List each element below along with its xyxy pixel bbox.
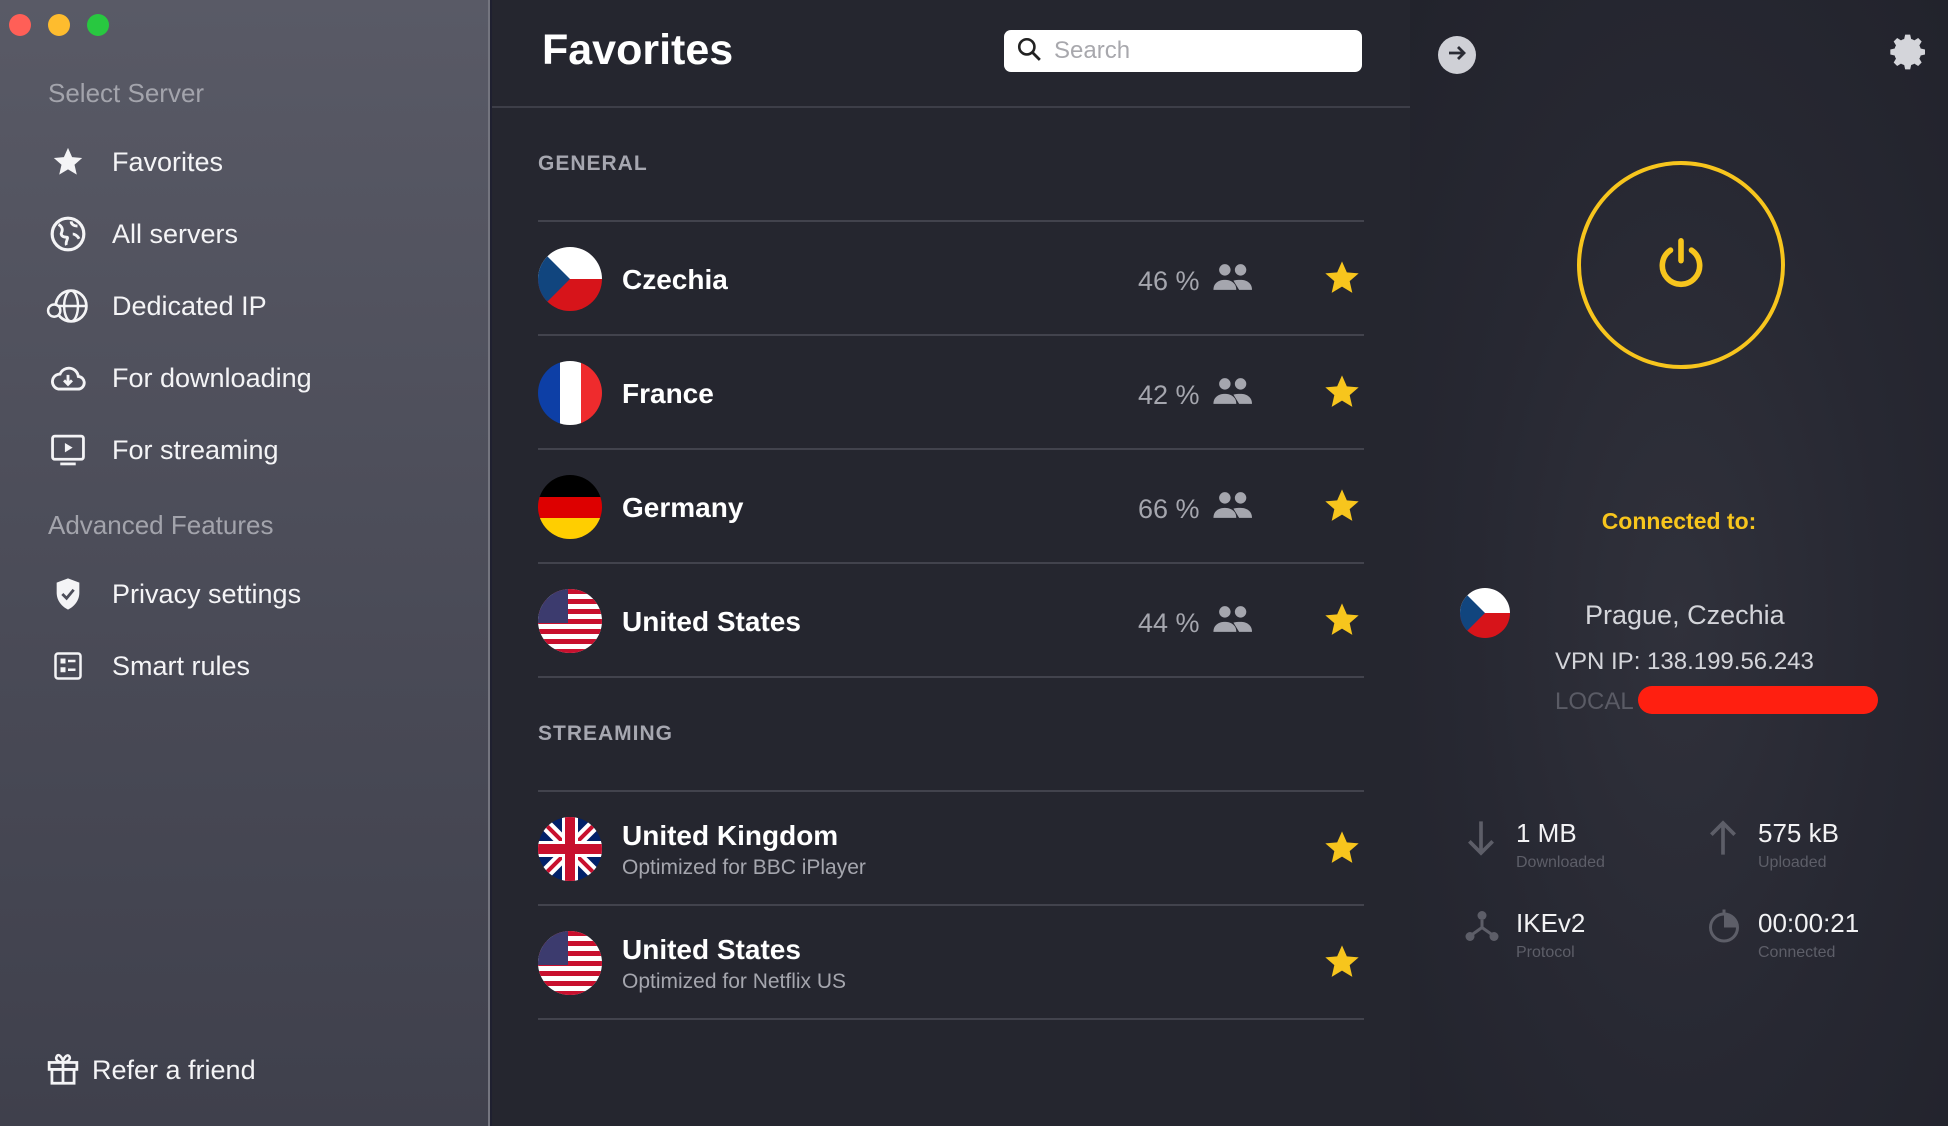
sidebar-item-label: For streaming xyxy=(112,434,279,465)
power-icon xyxy=(1653,235,1709,296)
protocol-value: IKEv2 xyxy=(1516,908,1586,938)
connected-time-value: 00:00:21 xyxy=(1758,908,1860,938)
sidebar-item-privacy-settings[interactable]: Privacy settings xyxy=(44,566,464,622)
sidebar-item-all-servers[interactable]: All servers xyxy=(44,206,464,262)
sidebar-item-label: For downloading xyxy=(112,362,312,393)
download-arrow-icon xyxy=(1464,818,1498,863)
sidebar-item-label: Dedicated IP xyxy=(112,290,267,321)
downloaded-label: Downloaded xyxy=(1516,854,1605,871)
select-server-heading: Select Server xyxy=(48,78,205,108)
smart-rules-icon xyxy=(44,642,92,690)
connection-panel: Connected to: Prague, Czechia VPN IP: 13… xyxy=(1410,0,1948,1126)
uploaded-value: 575 kB xyxy=(1758,818,1839,848)
search-box[interactable] xyxy=(1004,30,1362,72)
vpn-ip: VPN IP: 138.199.56.243 xyxy=(1555,648,1814,675)
france-flag-icon xyxy=(538,361,602,425)
play-screen-icon xyxy=(44,426,92,474)
country-name: Czechia xyxy=(622,264,728,295)
sidebar: Select Server Favorites All servers Dedi… xyxy=(0,0,490,1126)
sidebar-item-label: All servers xyxy=(112,218,239,249)
window-controls xyxy=(9,14,109,36)
shield-check-icon xyxy=(44,570,92,618)
united-states-flag-icon xyxy=(538,589,602,653)
local-ip-label: LOCAL I xyxy=(1555,688,1647,715)
arrow-right-icon xyxy=(1445,41,1469,70)
redacted-local-ip xyxy=(1638,686,1878,714)
protocol-nodes-icon xyxy=(1464,908,1500,949)
server-row-czechia[interactable]: Czechia 46 % xyxy=(538,222,1364,334)
favorite-star-icon[interactable] xyxy=(1322,258,1362,303)
sidebar-item-label: Smart rules xyxy=(112,650,251,681)
sidebar-item-label: Privacy settings xyxy=(112,578,302,609)
advanced-features-heading: Advanced Features xyxy=(48,510,274,540)
country-name: France xyxy=(622,378,714,409)
server-load: 46 % xyxy=(1138,266,1200,296)
favorite-star-icon[interactable] xyxy=(1322,600,1362,645)
divider xyxy=(538,1018,1364,1020)
search-icon xyxy=(1016,36,1042,67)
uploaded-label: Uploaded xyxy=(1758,854,1827,871)
minimize-window-button[interactable] xyxy=(48,14,70,36)
page-title: Favorites xyxy=(542,26,734,74)
globe-icon xyxy=(44,210,92,258)
collapse-panel-button[interactable] xyxy=(1438,36,1476,74)
users-icon xyxy=(1212,490,1252,525)
power-button[interactable] xyxy=(1577,161,1785,369)
favorite-star-icon[interactable] xyxy=(1322,828,1362,873)
protocol-label: Protocol xyxy=(1516,944,1575,961)
connected-time-label: Connected xyxy=(1758,944,1836,961)
favorite-star-icon[interactable] xyxy=(1322,372,1362,417)
connected-to-label: Connected to: xyxy=(1601,508,1757,534)
cloud-download-icon xyxy=(44,354,92,402)
sidebar-item-for-streaming[interactable]: For streaming xyxy=(44,422,464,478)
server-row-france[interactable]: France 42 % xyxy=(538,336,1364,448)
server-load: 66 % xyxy=(1138,494,1200,524)
server-row-united-states[interactable]: United States 44 % xyxy=(538,564,1364,676)
gift-icon xyxy=(46,1050,80,1091)
timer-icon xyxy=(1706,908,1742,949)
sidebar-item-for-downloading[interactable]: For downloading xyxy=(44,350,464,406)
country-name: United States xyxy=(622,934,801,965)
czechia-flag-icon xyxy=(538,247,602,311)
favorite-star-icon[interactable] xyxy=(1322,486,1362,531)
server-row-germany[interactable]: Germany 66 % xyxy=(538,450,1364,562)
country-name: United Kingdom xyxy=(622,820,839,851)
users-icon xyxy=(1212,262,1252,297)
united-kingdom-flag-icon xyxy=(538,817,602,881)
connected-location: Prague, Czechia xyxy=(1585,600,1785,630)
sidebar-item-dedicated-ip[interactable]: Dedicated IP xyxy=(44,278,464,334)
server-load: 42 % xyxy=(1138,380,1200,410)
search-input[interactable] xyxy=(1054,37,1344,65)
star-icon xyxy=(44,138,92,186)
general-heading: GENERAL xyxy=(538,152,648,175)
server-load: 44 % xyxy=(1138,608,1200,638)
country-name: Germany xyxy=(622,492,744,523)
divider xyxy=(538,676,1364,678)
united-states-flag-icon xyxy=(538,931,602,995)
users-icon xyxy=(1212,604,1252,639)
favorites-panel: Favorites GENERAL Czechia 46 % France 42… xyxy=(492,0,1410,1126)
streaming-heading: STREAMING xyxy=(538,722,673,745)
users-icon xyxy=(1212,376,1252,411)
close-window-button[interactable] xyxy=(9,14,31,36)
sidebar-item-favorites[interactable]: Favorites xyxy=(44,134,464,190)
server-subtitle: Optimized for Netflix US xyxy=(622,970,847,993)
zoom-window-button[interactable] xyxy=(87,14,109,36)
downloaded-value: 1 MB xyxy=(1516,818,1577,848)
czechia-flag-icon xyxy=(1460,588,1510,638)
server-row-united-states-streaming[interactable]: United States Optimized for Netflix US xyxy=(538,906,1364,1018)
server-row-united-kingdom-streaming[interactable]: United Kingdom Optimized for BBC iPlayer xyxy=(538,792,1364,904)
country-name: United States xyxy=(622,606,801,637)
upload-arrow-icon xyxy=(1706,818,1740,863)
sidebar-item-smart-rules[interactable]: Smart rules xyxy=(44,638,464,694)
refer-label: Refer a friend xyxy=(92,1055,256,1085)
favorite-star-icon[interactable] xyxy=(1322,942,1362,987)
favorites-header: Favorites xyxy=(492,0,1410,108)
refer-a-friend-button[interactable]: Refer a friend xyxy=(46,1050,256,1091)
dedicated-ip-globe-icon xyxy=(44,282,92,330)
germany-flag-icon xyxy=(538,475,602,539)
server-subtitle: Optimized for BBC iPlayer xyxy=(622,856,866,879)
gear-icon[interactable] xyxy=(1890,32,1930,77)
sidebar-item-label: Favorites xyxy=(112,146,224,177)
